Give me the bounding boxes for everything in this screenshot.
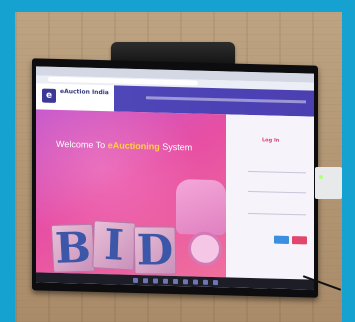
photo-of-monitor: e eAuction India Welcome To eAuctioning …: [15, 12, 342, 322]
outlet-indicator-light: [319, 175, 323, 179]
hero-banner: Welcome To eAuctioning System B I D: [36, 109, 226, 278]
letter-block-i: I: [92, 220, 136, 271]
toy-car-illustration: [176, 179, 226, 236]
login-panel: Log In: [226, 114, 314, 280]
taskbar-app-icon[interactable]: [212, 279, 218, 285]
username-field[interactable]: [248, 164, 306, 174]
welcome-text: Welcome To eAuctioning System: [56, 139, 192, 153]
taskbar-app-icon[interactable]: [132, 277, 138, 283]
welcome-suffix: System: [162, 141, 193, 153]
site-logo-icon: e: [42, 88, 56, 103]
taskbar-app-icon[interactable]: [182, 278, 188, 284]
taskbar-app-icon[interactable]: [162, 278, 168, 284]
taskbar-app-icon[interactable]: [142, 277, 148, 283]
taskbar-app-icon[interactable]: [172, 278, 178, 284]
welcome-highlight: eAuctioning: [107, 140, 160, 152]
letter-block-d: D: [133, 225, 177, 275]
taskbar-app-icon[interactable]: [202, 279, 208, 285]
welcome-prefix: Welcome To: [56, 138, 106, 151]
toy-car-wheel: [188, 231, 222, 267]
captcha-field[interactable]: [248, 206, 306, 216]
reset-button[interactable]: [292, 236, 307, 245]
letter-block-b: B: [50, 223, 96, 273]
monitor: e eAuction India Welcome To eAuctioning …: [32, 58, 318, 298]
password-field[interactable]: [248, 184, 306, 194]
login-button[interactable]: [274, 235, 289, 244]
nav-bar: [146, 96, 306, 104]
monitor-screen: e eAuction India Welcome To eAuctioning …: [36, 66, 314, 290]
wall-outlet: [315, 167, 342, 199]
site-brand: eAuction India: [60, 87, 109, 97]
taskbar-app-icon[interactable]: [192, 278, 198, 285]
login-title: Log In: [262, 137, 280, 144]
taskbar-app-icon[interactable]: [152, 277, 158, 284]
